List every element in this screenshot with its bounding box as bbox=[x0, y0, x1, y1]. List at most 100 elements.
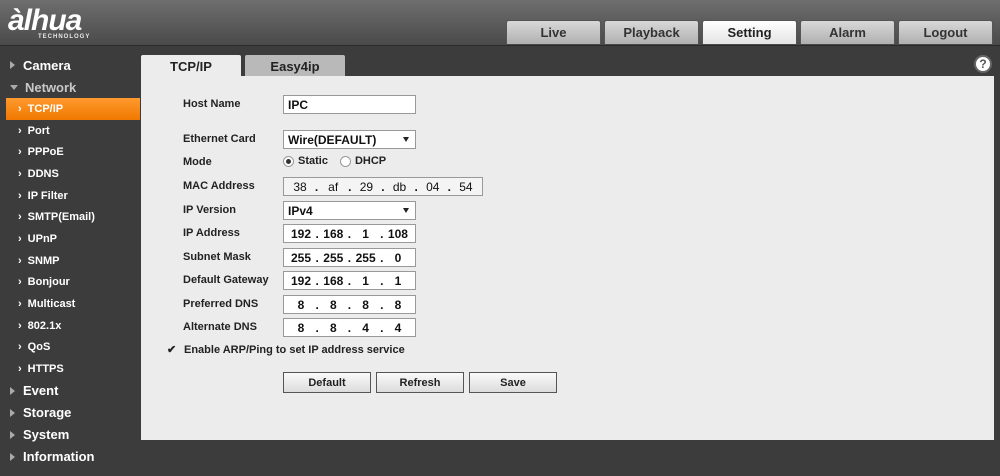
ip-octet[interactable]: 0 bbox=[385, 251, 411, 265]
separator-dot: . bbox=[347, 250, 352, 265]
arp-ping-option: ✔ Enable ARP/Ping to set IP address serv… bbox=[167, 344, 405, 356]
chevron-right-icon: › bbox=[18, 363, 22, 376]
static-radio[interactable] bbox=[283, 155, 294, 167]
ip-octet[interactable]: 1 bbox=[353, 227, 379, 241]
ip-octet[interactable]: 1 bbox=[385, 274, 411, 288]
sidebar-section-system[interactable]: System bbox=[0, 424, 140, 446]
sidebar-item-smtp[interactable]: › SMTP(Email) bbox=[0, 206, 140, 228]
host-name-input[interactable]: IPC bbox=[283, 95, 416, 114]
ip-octet[interactable]: 1 bbox=[353, 274, 379, 288]
separator-dot: . bbox=[315, 273, 319, 288]
ip-octet[interactable]: 192 bbox=[288, 227, 314, 241]
settings-panel bbox=[141, 76, 994, 440]
sidebar-item-label: PPPoE bbox=[27, 146, 64, 159]
sidebar-section-information[interactable]: Information bbox=[0, 446, 140, 468]
ip-octet[interactable]: 4 bbox=[385, 321, 411, 335]
chevron-right-icon: › bbox=[18, 102, 22, 115]
tab-tcpip[interactable]: TCP/IP bbox=[141, 55, 241, 77]
sidebar-section-label: Information bbox=[23, 449, 95, 465]
refresh-button[interactable]: Refresh bbox=[376, 372, 464, 393]
sidebar-item-bonjour[interactable]: › Bonjour bbox=[0, 272, 140, 294]
default-button[interactable]: Default bbox=[283, 372, 371, 393]
sidebar-section-storage[interactable]: Storage bbox=[0, 402, 140, 424]
ip-octet[interactable]: 8 bbox=[320, 321, 346, 335]
sidebar-item-8021x[interactable]: › 802.1x bbox=[0, 315, 140, 337]
sidebar-section-label: Storage bbox=[23, 405, 72, 421]
static-radio-label: Static bbox=[298, 155, 328, 167]
ip-octet[interactable]: 255 bbox=[288, 251, 314, 265]
dahua-logo: àlhua bbox=[8, 4, 82, 37]
sidebar-item-multicast[interactable]: › Multicast bbox=[0, 293, 140, 315]
ip-octet[interactable]: 108 bbox=[385, 227, 411, 241]
ip-octet[interactable]: 4 bbox=[353, 321, 379, 335]
separator-dot: . bbox=[381, 179, 385, 194]
preferred-dns-input[interactable]: 8. 8. 8. 8 bbox=[283, 295, 416, 314]
sidebar-item-label: TCP/IP bbox=[27, 102, 64, 115]
alternate-dns-input[interactable]: 8. 8. 4. 4 bbox=[283, 318, 416, 337]
nav-tab-logout[interactable]: Logout bbox=[898, 20, 993, 44]
mac-address-field: 38. af. 29. db. 04. 54 bbox=[283, 177, 483, 196]
sidebar-item-upnp[interactable]: › UPnP bbox=[0, 228, 140, 250]
separator-dot: . bbox=[380, 273, 384, 288]
content-tabs: TCP/IP Easy4ip bbox=[141, 55, 345, 77]
mac-octet: af bbox=[328, 179, 339, 194]
separator-dot: . bbox=[315, 297, 319, 312]
separator-dot: . bbox=[447, 179, 452, 194]
sidebar-section-label: Camera bbox=[23, 57, 71, 73]
sidebar-section-network[interactable]: Network bbox=[0, 76, 140, 98]
ip-octet[interactable]: 255 bbox=[320, 251, 346, 265]
help-icon[interactable]: ? bbox=[974, 55, 992, 73]
dhcp-radio[interactable] bbox=[339, 155, 351, 167]
nav-tab-live[interactable]: Live bbox=[506, 20, 601, 44]
sidebar-item-label: SNMP bbox=[27, 254, 60, 267]
separator-dot: . bbox=[315, 226, 319, 241]
sidebar-section-camera[interactable]: Camera bbox=[0, 54, 140, 76]
ip-octet[interactable]: 255 bbox=[353, 251, 379, 265]
default-gateway-input[interactable]: 192. 168. 1. 1 bbox=[283, 271, 416, 290]
separator-dot: . bbox=[347, 226, 352, 241]
ip-octet[interactable]: 8 bbox=[385, 298, 411, 312]
ip-octet[interactable]: 8 bbox=[353, 298, 379, 312]
ip-octet[interactable]: 168 bbox=[320, 274, 346, 288]
tab-easy4ip[interactable]: Easy4ip bbox=[245, 55, 345, 77]
arp-ping-checkbox[interactable]: ✔ bbox=[167, 344, 178, 356]
chevron-right-icon: › bbox=[18, 276, 22, 289]
expand-arrow-icon bbox=[10, 452, 15, 461]
sidebar-item-label: UPnP bbox=[27, 232, 58, 245]
ip-octet[interactable]: 168 bbox=[320, 227, 346, 241]
ethernet-card-select[interactable]: Wire(DEFAULT) bbox=[283, 130, 416, 149]
chevron-right-icon: › bbox=[18, 319, 22, 332]
sidebar-item-ddns[interactable]: › DDNS bbox=[0, 163, 140, 185]
sidebar-item-tcpip[interactable]: › TCP/IP bbox=[6, 98, 140, 120]
sidebar-item-ip-filter[interactable]: › IP Filter bbox=[0, 185, 140, 207]
subnet-mask-label: Subnet Mask bbox=[183, 251, 251, 263]
ip-address-input[interactable]: 192. 168. 1. 108 bbox=[283, 224, 416, 243]
nav-tab-alarm[interactable]: Alarm bbox=[800, 20, 895, 44]
chevron-right-icon: › bbox=[18, 189, 22, 202]
sidebar-item-qos[interactable]: › QoS bbox=[0, 337, 140, 359]
sidebar-item-port[interactable]: › Port bbox=[0, 120, 140, 142]
sidebar-item-label: DDNS bbox=[27, 167, 59, 180]
separator-dot: . bbox=[347, 273, 352, 288]
sidebar-item-label: SMTP(Email) bbox=[27, 211, 95, 224]
ip-version-select[interactable]: IPv4 bbox=[283, 201, 416, 220]
ip-octet[interactable]: 8 bbox=[288, 298, 314, 312]
separator-dot: . bbox=[414, 179, 418, 194]
sidebar-item-https[interactable]: › HTTPS bbox=[0, 358, 140, 380]
sidebar-section-event[interactable]: Event bbox=[0, 380, 140, 402]
separator-dot: . bbox=[348, 179, 352, 194]
ip-octet[interactable]: 8 bbox=[288, 321, 314, 335]
subnet-mask-input[interactable]: 255. 255. 255. 0 bbox=[283, 248, 416, 267]
ip-octet[interactable]: 192 bbox=[288, 274, 314, 288]
nav-tab-playback[interactable]: Playback bbox=[604, 20, 699, 44]
sidebar-item-snmp[interactable]: › SNMP bbox=[0, 250, 140, 272]
ip-version-value: IPv4 bbox=[288, 203, 313, 218]
ip-octet[interactable]: 8 bbox=[320, 298, 346, 312]
ip-address-label: IP Address bbox=[183, 227, 240, 239]
save-button[interactable]: Save bbox=[469, 372, 557, 393]
expand-arrow-icon bbox=[10, 408, 15, 417]
sidebar-section-label: Network bbox=[25, 79, 77, 95]
sidebar-item-pppoe[interactable]: › PPPoE bbox=[0, 141, 140, 163]
nav-tab-setting[interactable]: Setting bbox=[702, 20, 797, 44]
separator-dot: . bbox=[380, 297, 384, 312]
